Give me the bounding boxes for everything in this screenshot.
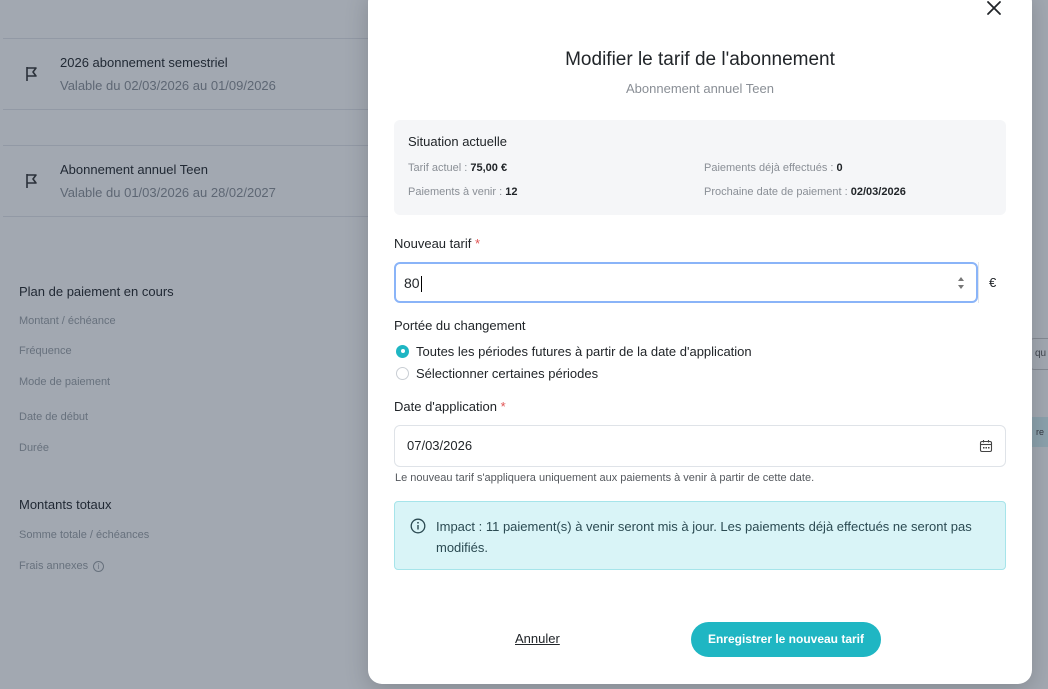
payments-upcoming: Paiements à venir : 12 [408, 186, 517, 198]
situation-title: Situation actuelle [408, 134, 508, 149]
new-price-input[interactable]: 80 [394, 262, 978, 303]
current-situation-panel: Situation actuelle Tarif actuel : 75,00 … [394, 120, 1006, 215]
save-new-price-button[interactable]: Enregistrer le nouveau tarif [691, 622, 881, 657]
new-price-label-text: Nouveau tarif [394, 236, 472, 251]
currency-addon: € [978, 262, 1006, 303]
spinner-arrows-icon[interactable] [956, 274, 966, 292]
text-caret [420, 276, 422, 293]
next-payment-date: Prochaine date de paiement : 02/03/2026 [704, 186, 906, 198]
impact-alert: Impact : 11 paiement(s) à venir seront m… [394, 501, 1006, 570]
application-date-value: 07/03/2026 [407, 438, 473, 453]
new-price-label: Nouveau tarif * [394, 236, 480, 251]
application-date-label: Date d'application * [394, 399, 506, 414]
scope-option-label: Sélectionner certaines périodes [416, 365, 599, 381]
required-mark: * [500, 399, 506, 414]
current-price-value: 75,00 € [470, 162, 508, 174]
new-price-value: 80 [404, 275, 422, 293]
payments-done-value: 0 [836, 162, 843, 174]
payments-upcoming-value: 12 [505, 186, 518, 198]
modal-title: Modifier le tarif de l'abonnement [565, 49, 835, 70]
modal-subtitle: Abonnement annuel Teen [626, 81, 774, 96]
radio-unselected[interactable] [396, 366, 409, 380]
payments-upcoming-label: Paiements à venir : [408, 186, 506, 198]
application-date-hint: Le nouveau tarif s'appliquera uniquement… [395, 472, 815, 484]
info-circle-icon [410, 518, 426, 534]
edit-price-modal: Modifier le tarif de l'abonnement Abonne… [368, 0, 1032, 684]
cancel-link[interactable]: Annuler [515, 631, 560, 646]
current-price-label: Tarif actuel : [408, 162, 471, 174]
impact-text: Impact : 11 paiement(s) à venir seront m… [436, 519, 972, 555]
scope-option-label: Toutes les périodes futures à partir de … [416, 343, 752, 359]
required-mark: * [474, 236, 481, 251]
scope-label: Portée du changement [394, 318, 526, 333]
scope-option-all-future[interactable]: Toutes les périodes futures à partir de … [396, 342, 752, 360]
close-icon[interactable] [982, 0, 1006, 20]
scope-option-select-periods[interactable]: Sélectionner certaines périodes [396, 364, 598, 382]
payments-done-label: Paiements déjà effectués : [704, 162, 837, 174]
application-date-label-text: Date d'application [394, 399, 497, 414]
payments-done: Paiements déjà effectués : 0 [704, 162, 843, 174]
current-price: Tarif actuel : 75,00 € [408, 162, 507, 174]
next-payment-label: Prochaine date de paiement : [704, 186, 851, 198]
new-price-text: 80 [404, 275, 420, 291]
calendar-icon[interactable] [979, 439, 993, 453]
application-date-input[interactable]: 07/03/2026 [394, 425, 1006, 467]
radio-selected[interactable] [396, 344, 409, 358]
next-payment-value: 02/03/2026 [850, 186, 906, 198]
